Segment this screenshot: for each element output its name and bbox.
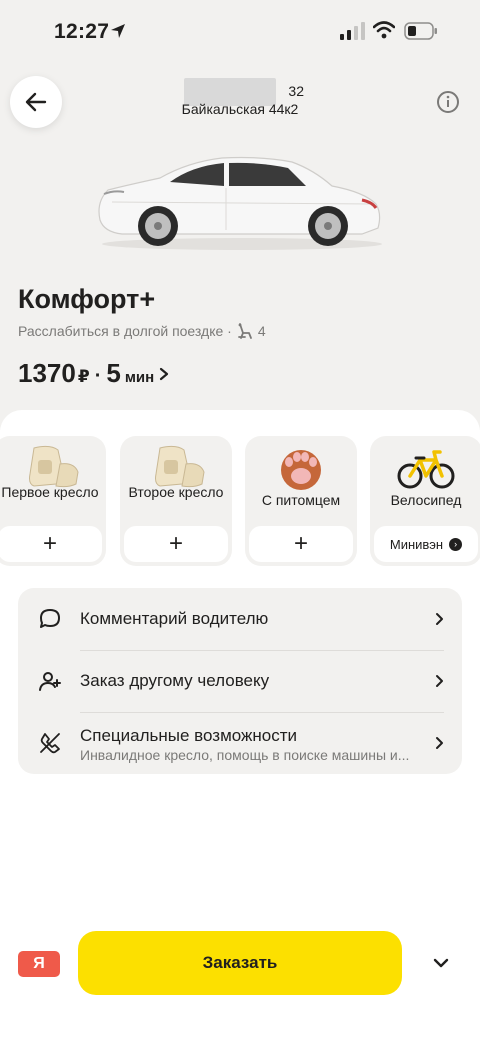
chevron-right-icon xyxy=(160,367,169,380)
comment-icon xyxy=(40,609,60,628)
back-button[interactable] xyxy=(10,76,62,128)
list-item-subtitle: Инвалидное кресло, помощь в поиске машин… xyxy=(80,747,410,763)
yandex-payment-badge[interactable]: Я xyxy=(18,951,60,977)
list-item-driver-comment[interactable]: Комментарий водителю xyxy=(18,588,462,650)
battery-icon xyxy=(404,22,437,40)
order-settings-list: Комментарий водителю Заказ другому челов… xyxy=(18,588,462,774)
tariff-title: Комфорт+ xyxy=(18,284,156,314)
chevron-right-icon: › xyxy=(449,537,463,551)
list-item-accessibility[interactable]: Специальные возможности Инвалидное кресл… xyxy=(18,712,462,774)
arrow-left-icon xyxy=(25,92,47,112)
list-item-title: Заказ другому человеку xyxy=(80,671,270,690)
order-button[interactable]: Заказать xyxy=(78,931,402,995)
option-label: Второе кресло xyxy=(128,484,224,500)
eta-value: 5 xyxy=(106,358,121,388)
route-destination[interactable]: Байкальская 44к2 xyxy=(120,101,360,117)
price-separator: · xyxy=(94,365,102,387)
minivan-label: Минивэн xyxy=(389,536,444,552)
accessibility-icon xyxy=(40,733,60,754)
option-label: Велосипед xyxy=(390,492,462,508)
seat-icon xyxy=(237,323,252,339)
add-second-seat-button[interactable]: + xyxy=(124,526,228,562)
location-arrow-icon xyxy=(111,24,125,38)
list-item-title: Комментарий водителю xyxy=(80,609,269,628)
status-bar: 12:27 xyxy=(0,0,480,64)
bicycle-icon xyxy=(397,450,455,489)
option-pet[interactable]: С питомцем + xyxy=(245,436,357,566)
status-time: 12:27 xyxy=(54,20,110,43)
price-currency: ₽ xyxy=(77,367,90,386)
cellular-signal-icon xyxy=(340,22,365,40)
price-value: 1370 xyxy=(18,358,76,388)
tariff-description: Расслабиться в долгой поездке · 4 xyxy=(18,322,266,340)
wifi-icon xyxy=(373,21,395,39)
list-item-order-for-other[interactable]: Заказ другому человеку xyxy=(18,650,462,712)
seat-count: 4 xyxy=(257,323,266,339)
eta-unit: мин xyxy=(124,369,155,386)
option-first-seat[interactable]: Первое кресло + xyxy=(0,436,106,566)
add-person-icon xyxy=(39,672,61,691)
chevron-right-icon xyxy=(436,613,443,625)
paw-icon xyxy=(281,450,321,490)
add-first-seat-button[interactable]: + xyxy=(0,526,102,562)
car-image xyxy=(98,156,382,250)
option-label: Первое кресло xyxy=(1,484,99,500)
chevron-right-icon xyxy=(436,737,443,749)
price-eta-link[interactable]: 1370 ₽ · 5 мин xyxy=(18,358,170,389)
list-item-title: Специальные возможности xyxy=(80,726,298,745)
option-second-seat[interactable]: Второе кресло + xyxy=(120,436,232,566)
info-icon[interactable] xyxy=(436,90,460,114)
chevron-down-icon[interactable] xyxy=(430,955,452,971)
option-label: С питомцем xyxy=(261,492,341,508)
add-pet-button[interactable]: + xyxy=(249,526,353,562)
chevron-right-icon xyxy=(436,675,443,687)
minivan-button[interactable]: Минивэн › xyxy=(374,526,478,562)
option-bicycle[interactable]: Велосипед Минивэн › xyxy=(370,436,480,566)
tariff-description-text: Расслабиться в долгой поездке · xyxy=(18,323,232,339)
